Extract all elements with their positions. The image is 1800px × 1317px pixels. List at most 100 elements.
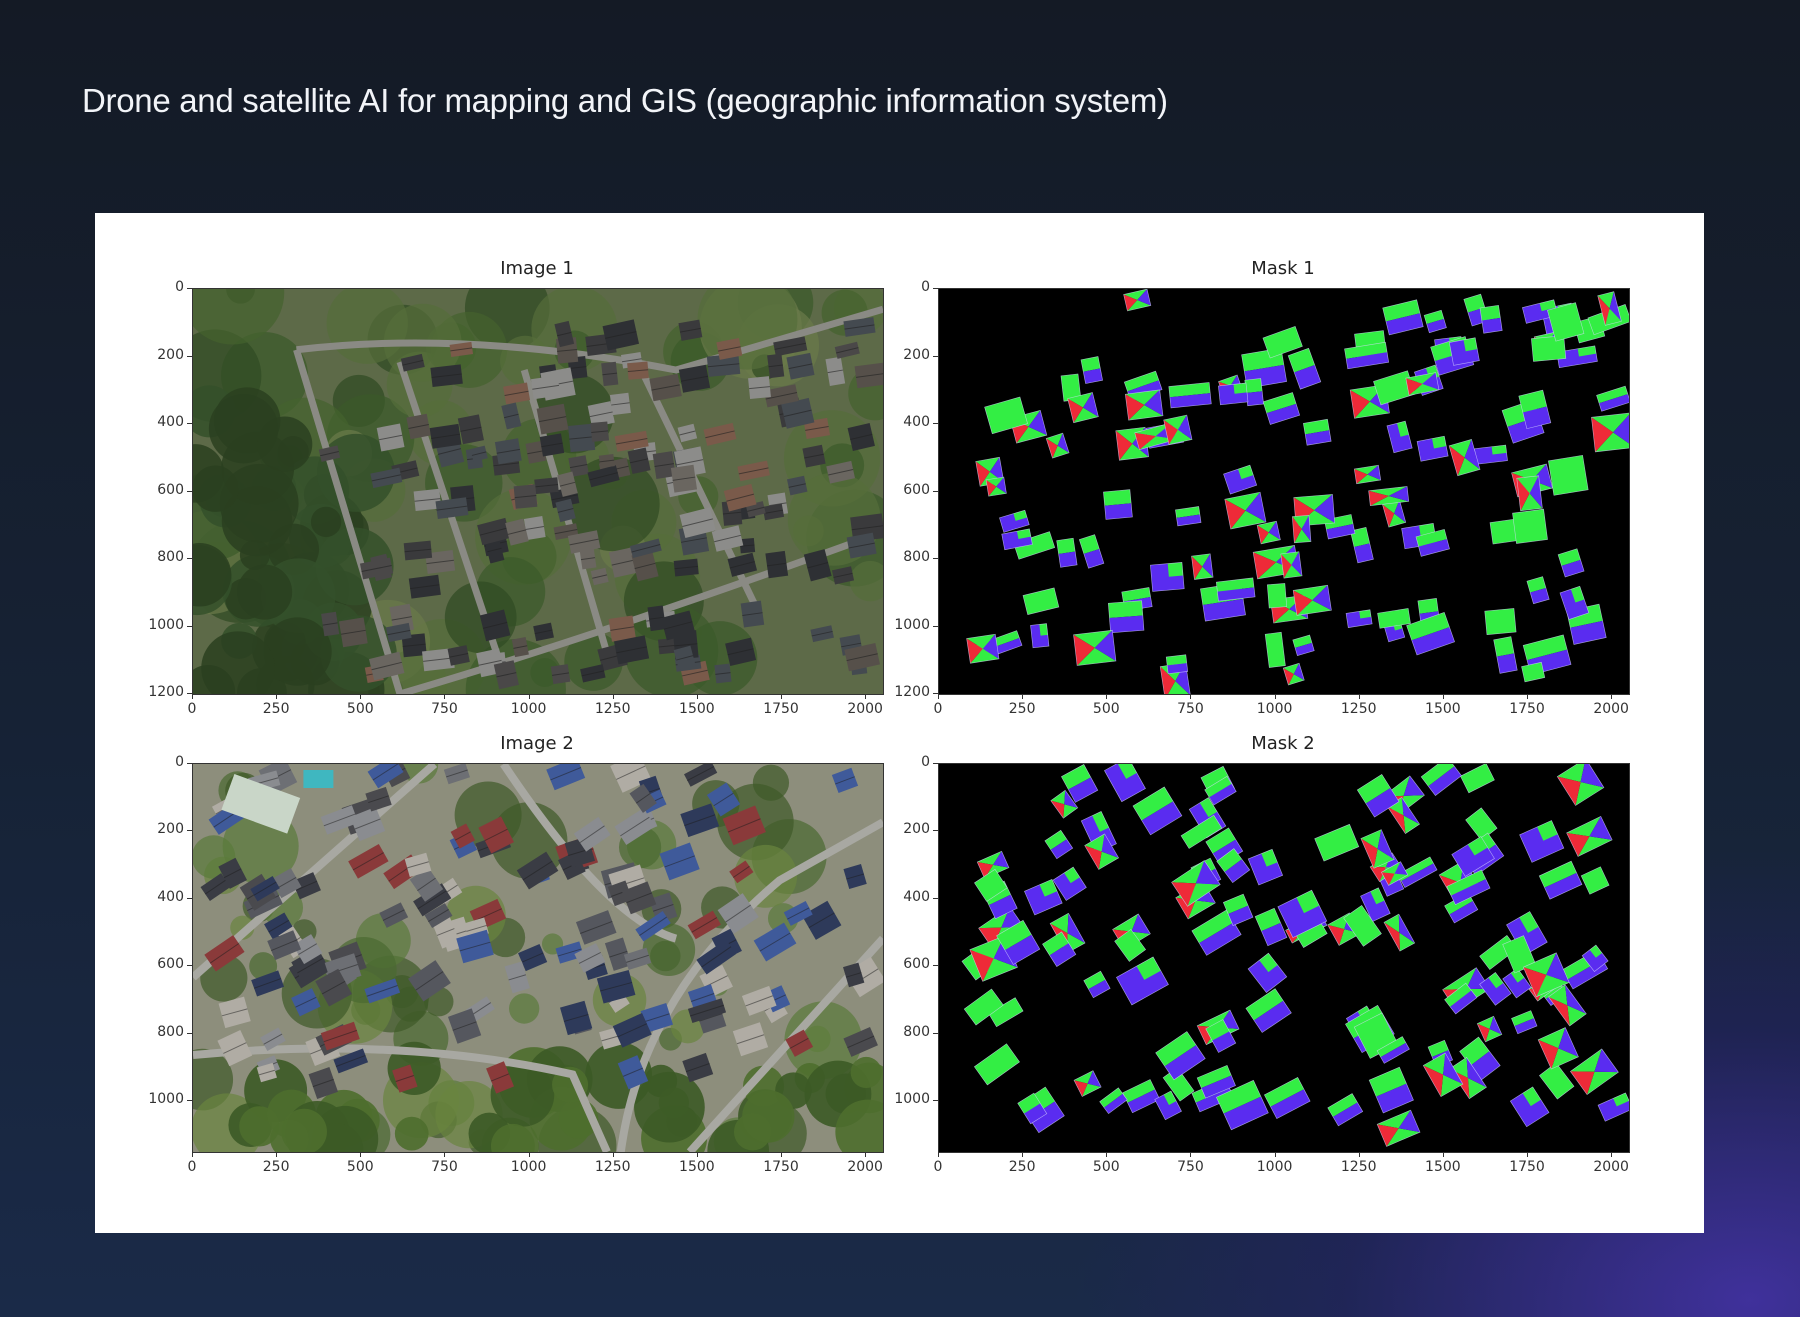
y-tick-mark xyxy=(933,1032,938,1034)
x-tick-mark xyxy=(1611,1152,1613,1157)
x-tick-mark xyxy=(1527,1152,1529,1157)
building-mask xyxy=(1056,537,1078,568)
house-roof xyxy=(338,617,368,648)
x-tick-label: 0 xyxy=(187,1159,197,1175)
building-mask xyxy=(1215,577,1256,602)
forest-patch xyxy=(742,1090,795,1143)
building-mask xyxy=(1266,583,1288,609)
x-tick-mark xyxy=(1274,694,1276,699)
house-roof xyxy=(678,364,711,393)
x-tick-label: 750 xyxy=(1177,701,1204,717)
y-tick-mark xyxy=(187,558,192,559)
building-mask xyxy=(1291,514,1312,544)
building-mask xyxy=(1591,412,1629,453)
building-mask xyxy=(1479,304,1503,334)
building-mask xyxy=(1030,623,1050,649)
house-roof xyxy=(767,353,785,379)
x-tick-mark xyxy=(360,1152,362,1157)
building-mask xyxy=(1474,444,1508,465)
x-tick-label: 1500 xyxy=(1425,1159,1461,1175)
house-roof xyxy=(854,362,883,389)
vegetation-patch xyxy=(509,993,540,1024)
x-tick-mark xyxy=(1190,1152,1192,1157)
y-tick-label: 800 xyxy=(157,1023,184,1040)
y-tick-label: 600 xyxy=(157,481,184,498)
x-tick-label: 1750 xyxy=(1509,701,1545,717)
x-tick-label: 1000 xyxy=(1256,1159,1293,1175)
forest-patch xyxy=(193,465,239,512)
y-tick-label: 200 xyxy=(157,346,184,363)
x-tick-mark xyxy=(444,694,446,699)
x-tick-label: 500 xyxy=(1092,1159,1120,1175)
house-roof xyxy=(579,547,597,570)
y-tick-mark xyxy=(933,897,938,899)
building-mask xyxy=(1292,584,1332,616)
x-tick-label: 2000 xyxy=(1593,701,1629,717)
x-tick-label: 250 xyxy=(1008,701,1036,717)
building-mask xyxy=(1516,475,1543,512)
panel-title: Image 1 xyxy=(500,258,574,279)
house-roof xyxy=(714,663,732,684)
y-tick-label: 800 xyxy=(157,549,184,565)
y-tick-label: 200 xyxy=(157,821,184,838)
building-mask xyxy=(1280,551,1303,579)
building-mask xyxy=(1175,506,1202,527)
y-tick-label: 0 xyxy=(175,279,184,295)
forest-patch xyxy=(850,1056,882,1088)
y-tick-mark xyxy=(187,288,192,289)
y-tick-mark xyxy=(187,763,192,764)
x-tick-label: 1000 xyxy=(1256,701,1293,717)
x-tick-label: 0 xyxy=(933,1159,943,1175)
building-mask xyxy=(1548,454,1589,496)
y-tick-mark xyxy=(187,1032,192,1034)
house-roof xyxy=(494,438,522,465)
x-tick-label: 1250 xyxy=(594,701,631,717)
x-tick-label: 1250 xyxy=(1340,701,1377,717)
x-tick-mark xyxy=(865,1152,867,1157)
x-tick-label: 500 xyxy=(346,701,374,717)
building-mask xyxy=(966,633,1000,664)
y-tick-label: 600 xyxy=(903,956,930,973)
x-tick-mark xyxy=(1358,1152,1360,1157)
house-roof xyxy=(673,558,699,577)
x-tick-mark xyxy=(1106,1152,1108,1157)
x-tick-mark xyxy=(1274,1152,1276,1157)
house-roof xyxy=(530,375,561,400)
y-tick-mark xyxy=(187,355,192,357)
house-roof xyxy=(678,319,703,341)
y-tick-label: 1000 xyxy=(894,616,930,633)
page-headline: Drone and satellite AI for mapping and G… xyxy=(82,82,1168,119)
y-tick-mark xyxy=(933,423,938,424)
x-tick-label: 250 xyxy=(262,701,290,717)
panel-title: Image 2 xyxy=(500,733,574,754)
x-tick-label: 750 xyxy=(431,701,458,717)
building-mask xyxy=(1103,489,1133,520)
x-tick-mark xyxy=(1527,694,1529,699)
x-tick-mark xyxy=(192,1152,193,1157)
building-mask xyxy=(1163,414,1193,445)
house-roof xyxy=(786,352,815,380)
y-tick-label: 200 xyxy=(903,821,930,838)
x-tick-label: 1000 xyxy=(510,701,547,717)
house-roof xyxy=(601,361,619,387)
house-roof xyxy=(539,433,565,457)
x-tick-mark xyxy=(1106,694,1108,699)
forest-patch xyxy=(394,1116,429,1151)
x-tick-mark xyxy=(1022,1152,1024,1157)
y-tick-mark xyxy=(933,355,938,357)
house-roof xyxy=(748,376,771,400)
x-tick-mark xyxy=(938,694,939,699)
y-tick-mark xyxy=(933,490,938,492)
x-tick-mark xyxy=(1611,694,1613,699)
building-mask xyxy=(1489,518,1518,545)
x-tick-mark xyxy=(1022,694,1024,699)
y-tick-label: 200 xyxy=(903,346,930,363)
y-tick-label: 0 xyxy=(921,279,930,295)
house-roof xyxy=(376,423,405,452)
building-mask xyxy=(1484,608,1517,636)
y-tick-label: 0 xyxy=(921,754,930,770)
y-tick-label: 400 xyxy=(903,414,930,430)
house-roof xyxy=(429,423,462,449)
x-tick-label: 1750 xyxy=(763,1159,799,1175)
y-tick-label: 400 xyxy=(157,414,184,430)
